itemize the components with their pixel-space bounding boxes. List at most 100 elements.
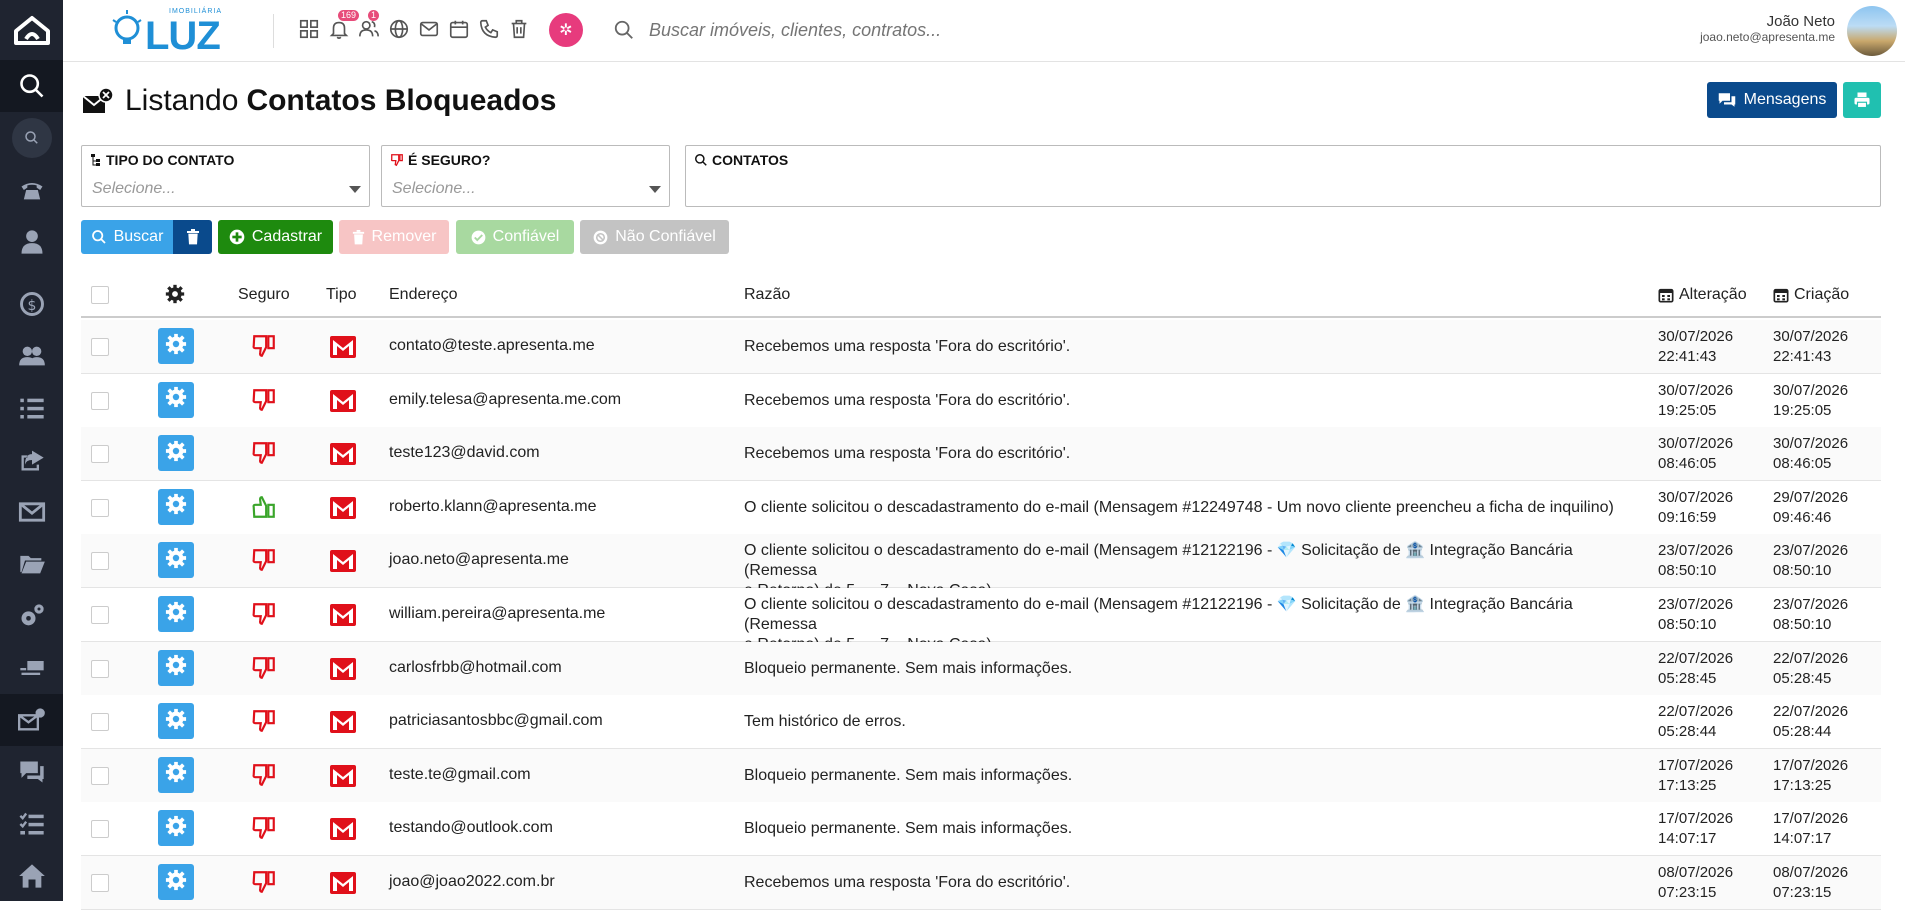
row-settings-button[interactable] xyxy=(158,488,194,525)
settings-header-icon[interactable] xyxy=(165,284,185,304)
checklist-icon[interactable] xyxy=(0,798,63,850)
clear-filters-button[interactable] xyxy=(173,220,212,254)
trash-icon[interactable] xyxy=(506,16,532,42)
messages-button[interactable]: Mensagens xyxy=(1707,82,1837,118)
row-settings-button[interactable] xyxy=(158,756,194,793)
row-checkbox[interactable] xyxy=(91,766,109,785)
table-row[interactable]: carlosfrbb@hotmail.com Bloqueio permanent… xyxy=(81,641,1881,696)
header-tipo[interactable]: Tipo xyxy=(326,286,357,304)
share-icon[interactable] xyxy=(0,434,63,486)
row-alteracao-date: 23/07/2026 xyxy=(1658,596,1734,613)
sidebar-search-icon[interactable] xyxy=(0,60,63,112)
row-checkbox[interactable] xyxy=(91,391,109,410)
row-checkbox[interactable] xyxy=(91,338,109,356)
print-button[interactable] xyxy=(1843,82,1881,118)
row-criacao-time: 08:50:10 xyxy=(1773,562,1832,580)
search-icon xyxy=(695,154,707,166)
phone-icon[interactable] xyxy=(0,164,63,216)
global-search[interactable] xyxy=(613,12,1173,48)
row-settings-button[interactable] xyxy=(158,381,194,418)
transfer-icon[interactable] xyxy=(0,642,63,694)
filter-tipo-contato[interactable]: TIPO DO CONTATO Selecione... xyxy=(81,145,370,207)
row-criacao-date: 17/07/2026 xyxy=(1773,756,1849,774)
gear-icon xyxy=(165,440,187,467)
row-checkbox[interactable] xyxy=(91,713,109,732)
messages-icon[interactable] xyxy=(0,746,63,798)
row-criacao-time: 05:28:44 xyxy=(1773,723,1832,741)
row-settings-button[interactable] xyxy=(158,810,194,847)
row-checkbox[interactable] xyxy=(91,659,109,678)
row-email: teste.te@gmail.com xyxy=(389,765,531,783)
row-checkbox[interactable] xyxy=(91,874,109,892)
search-button[interactable]: Buscar xyxy=(81,220,173,254)
folder-icon[interactable] xyxy=(0,538,63,590)
settings-gears-icon[interactable] xyxy=(0,590,63,642)
notifications-bell-icon[interactable]: 169 xyxy=(326,10,360,42)
trusted-button[interactable]: Confiável xyxy=(456,220,574,254)
table-row[interactable]: teste123@david.com Recebemos uma resposta… xyxy=(81,427,1881,482)
header-alteracao[interactable]: Alteração xyxy=(1658,286,1747,304)
header-seguro[interactable]: Seguro xyxy=(238,286,290,304)
table-row[interactable]: emily.telesa@apresenta.me.com Recebemos u… xyxy=(81,373,1881,428)
table-row[interactable]: patriciasantosbbc@gmail.com Tem histórico… xyxy=(81,695,1881,750)
row-settings-button[interactable] xyxy=(158,649,194,686)
sidebar-quick-search-icon[interactable] xyxy=(0,112,63,164)
row-settings-button[interactable] xyxy=(158,703,194,740)
table-row[interactable]: contato@teste.apresenta.me Recebemos uma … xyxy=(81,320,1881,374)
untrusted-button[interactable]: Não Confiável xyxy=(580,220,729,254)
row-reason: Bloqueio permanente. Sem mais informaçõe… xyxy=(744,659,1644,679)
gmail-icon xyxy=(330,818,356,845)
row-alteracao: 17/07/2026 14:07:17 xyxy=(1658,809,1733,849)
add-button[interactable]: Cadastrar xyxy=(218,220,333,254)
row-email: teste123@david.com xyxy=(389,444,540,462)
avatar[interactable] xyxy=(1847,6,1897,56)
row-settings-button[interactable] xyxy=(158,542,194,579)
select-all-checkbox[interactable] xyxy=(91,286,109,304)
header-endereco[interactable]: Endereço xyxy=(389,286,458,304)
finance-icon[interactable]: $ xyxy=(0,278,63,330)
ai-assistant-icon[interactable]: ✲ xyxy=(549,13,583,47)
home-logo-icon[interactable] xyxy=(0,0,63,60)
users-icon[interactable]: 1 xyxy=(356,10,382,42)
remove-button[interactable]: Remover xyxy=(339,220,449,254)
row-settings-button[interactable] xyxy=(158,596,194,632)
gear-icon xyxy=(165,493,187,520)
filter-contatos[interactable]: CONTATOS xyxy=(685,145,1881,207)
apps-grid-icon[interactable] xyxy=(296,16,322,42)
filter-e-seguro[interactable]: É SEGURO? Selecione... xyxy=(381,145,670,207)
calendar-icon[interactable] xyxy=(446,16,472,42)
blocked-contacts-icon[interactable] xyxy=(0,694,63,746)
row-alteracao-date: 22/07/2026 xyxy=(1658,703,1734,721)
envelope-icon[interactable] xyxy=(416,16,442,42)
table-row[interactable]: teste.te@gmail.com Bloqueio permanente. S… xyxy=(81,748,1881,803)
table-row[interactable]: joao@joao2022.com.br Recebemos uma respos… xyxy=(81,856,1881,910)
table-row[interactable]: testando@outlook.com Bloqueio permanente.… xyxy=(81,802,1881,857)
row-settings-button[interactable] xyxy=(158,328,194,364)
phone-call-icon[interactable] xyxy=(476,16,502,42)
row-checkbox[interactable] xyxy=(91,498,109,517)
row-checkbox[interactable] xyxy=(91,445,109,464)
globe-icon[interactable] xyxy=(386,16,412,42)
thumbs-down-icon xyxy=(251,440,277,471)
header-razao[interactable]: Razão xyxy=(744,286,790,304)
header-criacao[interactable]: Criação xyxy=(1773,286,1849,304)
global-search-input[interactable] xyxy=(649,19,1129,41)
table-row[interactable]: roberto.klann@apresenta.me O cliente soli… xyxy=(81,480,1881,535)
table-row[interactable]: joao.neto@apresenta.me O cliente solicito… xyxy=(81,534,1881,599)
house-icon[interactable] xyxy=(0,850,63,902)
row-settings-button[interactable] xyxy=(158,435,194,472)
people-icon[interactable] xyxy=(0,330,63,382)
row-alteracao-date: 17/07/2026 xyxy=(1658,810,1734,828)
table-row[interactable]: william.pereira@apresenta.me O cliente so… xyxy=(81,588,1881,653)
row-email: emily.telesa@apresenta.me.com xyxy=(389,390,622,408)
row-checkbox[interactable] xyxy=(91,820,109,839)
row-checkbox[interactable] xyxy=(91,606,109,624)
row-settings-button[interactable] xyxy=(158,864,194,900)
brand-logo[interactable]: IMOBILIÁRIA LUZ xyxy=(111,6,241,58)
mail-icon[interactable] xyxy=(0,486,63,538)
row-checkbox[interactable] xyxy=(91,552,109,571)
user-info[interactable]: João Neto joao.neto@apresenta.me xyxy=(1700,13,1835,44)
tasks-list-icon[interactable] xyxy=(0,382,63,434)
svg-text:$: $ xyxy=(27,298,36,314)
user-icon[interactable] xyxy=(0,216,63,268)
